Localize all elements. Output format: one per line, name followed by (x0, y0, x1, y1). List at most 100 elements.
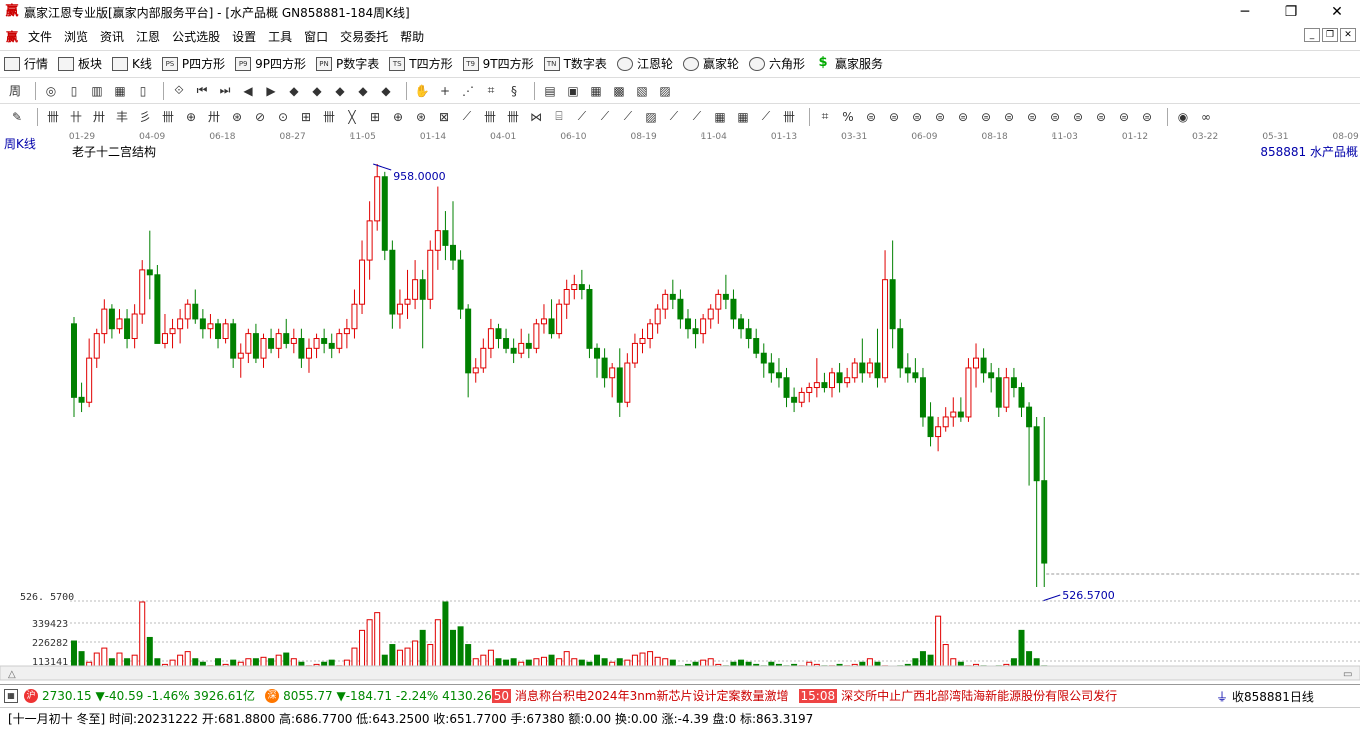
tb3-tool-6-icon[interactable]: 卌 (159, 108, 177, 126)
tb3-tool-16-icon[interactable]: ⊕ (389, 108, 407, 126)
tb2-tool-5-icon[interactable]: ▯ (134, 82, 152, 100)
tb3-tool-23-icon[interactable]: ⌸ (550, 108, 568, 126)
tb2-tool-4-icon[interactable]: ▦ (111, 82, 129, 100)
tb3-tool-19-icon[interactable]: ⟋ (458, 108, 476, 126)
tb2-tool-2-icon[interactable]: ▯ (65, 82, 83, 100)
tb2-tool-20-icon[interactable]: § (505, 82, 523, 100)
mdi-close-icon[interactable]: ✕ (1340, 28, 1356, 42)
tb2-tool-12-icon[interactable]: ◆ (308, 82, 326, 100)
menu-settings[interactable]: 设置 (226, 28, 262, 45)
tb2-tool-19-icon[interactable]: ⌗ (482, 82, 500, 100)
tb3-tool-26-icon[interactable]: ⟋ (619, 108, 637, 126)
tb3-tool-12-icon[interactable]: ⊞ (297, 108, 315, 126)
tb2-tool-8-icon[interactable]: ⏭ (216, 82, 234, 100)
tb3-tool-29-icon[interactable]: ⟋ (688, 108, 706, 126)
tb3-tool-21-icon[interactable]: 卌 (504, 108, 522, 126)
tb3-tool-10-icon[interactable]: ⊘ (251, 108, 269, 126)
tb2-tool-16-icon[interactable]: ✋ (413, 82, 431, 100)
tb3-tool-49-icon[interactable]: ◉ (1174, 108, 1192, 126)
tb3-tool-20-icon[interactable]: 卌 (481, 108, 499, 126)
tb2-tool-14-icon[interactable]: ◆ (354, 82, 372, 100)
tb3-tool-34-icon[interactable]: ⌗ (816, 108, 834, 126)
tb3-tool-2-icon[interactable]: 卄 (67, 108, 85, 126)
sz-index-text[interactable]: 8055.77 ▼-184.71 -2.24% 4130.26 (283, 689, 492, 703)
tb3-tool-14-icon[interactable]: ╳ (343, 108, 361, 126)
tb2-tool-26-icon[interactable]: ▨ (656, 82, 674, 100)
tb3-tool-24-icon[interactable]: ⟋ (573, 108, 591, 126)
tb3-tool-50-icon[interactable]: ∞ (1197, 108, 1215, 126)
tb3-tool-8-icon[interactable]: 卅 (205, 108, 223, 126)
tb2-tool-6-icon[interactable]: ⟐ (170, 82, 188, 100)
menu-formula[interactable]: 公式选股 (166, 28, 226, 45)
tb2-tool-13-icon[interactable]: ◆ (331, 82, 349, 100)
menu-help[interactable]: 帮助 (394, 28, 430, 45)
toolbar-kline-button[interactable]: K线 (112, 55, 152, 72)
tb3-tool-30-icon[interactable]: ▦ (711, 108, 729, 126)
kline-chart-area[interactable]: 01-29 04-09 06-18 08-27 11-05 01-14 04-01 06-10… (0, 129, 1360, 682)
tb2-tool-24-icon[interactable]: ▩ (610, 82, 628, 100)
tb2-tool-21-icon[interactable]: ▤ (541, 82, 559, 100)
tb3-tool-32-icon[interactable]: ⟋ (757, 108, 775, 126)
tb3-tool-1-icon[interactable]: 卌 (44, 108, 62, 126)
menu-trade[interactable]: 交易委托 (334, 28, 394, 45)
tb2-tool-10-icon[interactable]: ▶ (262, 82, 280, 100)
tb3-tool-33-icon[interactable]: 卌 (780, 108, 798, 126)
tb3-tool-9-icon[interactable]: ⊛ (228, 108, 246, 126)
tb2-tool-3-icon[interactable]: ▥ (88, 82, 106, 100)
tb3-tool-7-icon[interactable]: ⊕ (182, 108, 200, 126)
tb3-tool-28-icon[interactable]: ⟋ (665, 108, 683, 126)
toolbar-tn-button[interactable]: TN T数字表 (543, 55, 607, 72)
tb3-tool-17-icon[interactable]: ⊛ (412, 108, 430, 126)
tb2-tool-11-icon[interactable]: ◆ (285, 82, 303, 100)
tb3-tool-45-icon[interactable]: ⊜ (1069, 108, 1087, 126)
toolbar-t9-button[interactable]: T9 9T四方形 (462, 55, 534, 72)
tb3-tool-22-icon[interactable]: ⋈ (527, 108, 545, 126)
tb3-tool-41-icon[interactable]: ⊜ (977, 108, 995, 126)
tb3-tool-44-icon[interactable]: ⊜ (1046, 108, 1064, 126)
toolbar-grid-button[interactable]: 行情 (4, 55, 48, 72)
tb2-tool-1-icon[interactable]: ◎ (42, 82, 60, 100)
tb3-tool-0-icon[interactable]: ✎ (8, 108, 26, 126)
news-item-1[interactable]: 消息称台积电2024年3nm新芯片设计定案数量激增 (515, 687, 788, 704)
toolbar-hexagon-button[interactable]: 六角形 (748, 55, 805, 72)
tb2-tool-25-icon[interactable]: ▧ (633, 82, 651, 100)
tb3-tool-3-icon[interactable]: 卅 (90, 108, 108, 126)
tb3-tool-43-icon[interactable]: ⊜ (1023, 108, 1041, 126)
tb3-tool-47-icon[interactable]: ⊜ (1115, 108, 1133, 126)
tb2-tool-7-icon[interactable]: ⏮ (193, 82, 211, 100)
kline-chart[interactable]: 01-29 04-09 06-18 08-27 11-05 01-14 04-01 06-10… (0, 129, 1360, 682)
close-icon[interactable]: ✕ (1314, 0, 1360, 24)
pin-icon[interactable]: ⏚ (1216, 688, 1228, 705)
menu-info[interactable]: 资讯 (94, 28, 130, 45)
tb3-tool-31-icon[interactable]: ▦ (734, 108, 752, 126)
toolbar-ps-button[interactable]: PS P四方形 (161, 55, 225, 72)
menu-file[interactable]: 文件 (22, 28, 58, 45)
toolbar-dollar-button[interactable]: $ 赢家服务 (815, 55, 883, 72)
maximize-icon[interactable]: ❐ (1268, 0, 1314, 24)
mdi-restore-icon[interactable]: ❐ (1322, 28, 1338, 42)
tb2-tool-22-icon[interactable]: ▣ (564, 82, 582, 100)
tb3-tool-4-icon[interactable]: 丰 (113, 108, 131, 126)
tb2-tool-17-icon[interactable]: + (436, 82, 454, 100)
tb2-tool-23-icon[interactable]: ▦ (587, 82, 605, 100)
tb3-tool-25-icon[interactable]: ⟋ (596, 108, 614, 126)
tb3-tool-36-icon[interactable]: ⊜ (862, 108, 880, 126)
sh-index-text[interactable]: 2730.15 ▼-40.59 -1.46% 3926.61亿 (42, 687, 255, 704)
tb3-tool-48-icon[interactable]: ⊜ (1138, 108, 1156, 126)
toolbar-pn-button[interactable]: PN P数字表 (316, 55, 379, 72)
toolbar-blocks-button[interactable]: 板块 (58, 55, 102, 72)
tb3-tool-46-icon[interactable]: ⊜ (1092, 108, 1110, 126)
tb3-tool-27-icon[interactable]: ▨ (642, 108, 660, 126)
tb3-tool-5-icon[interactable]: 彡 (136, 108, 154, 126)
tb3-tool-35-icon[interactable]: % (839, 108, 857, 126)
toolbar-wheel2-button[interactable]: 赢家轮 (682, 55, 739, 72)
news-item-2[interactable]: 深交所中止广西北部湾陆海新能源股份有限公司发行 (841, 687, 1117, 704)
menu-logo-icon[interactable]: 赢 (2, 28, 22, 45)
tb3-tool-15-icon[interactable]: ⊞ (366, 108, 384, 126)
tb2-tool-0-icon[interactable]: 周 (6, 82, 24, 100)
tb3-tool-37-icon[interactable]: ⊜ (885, 108, 903, 126)
tb3-tool-18-icon[interactable]: ⊠ (435, 108, 453, 126)
toolbar-wheel-button[interactable]: 江恩轮 (616, 55, 673, 72)
minimize-icon[interactable]: ─ (1222, 0, 1268, 24)
tb2-tool-18-icon[interactable]: ⋰ (459, 82, 477, 100)
